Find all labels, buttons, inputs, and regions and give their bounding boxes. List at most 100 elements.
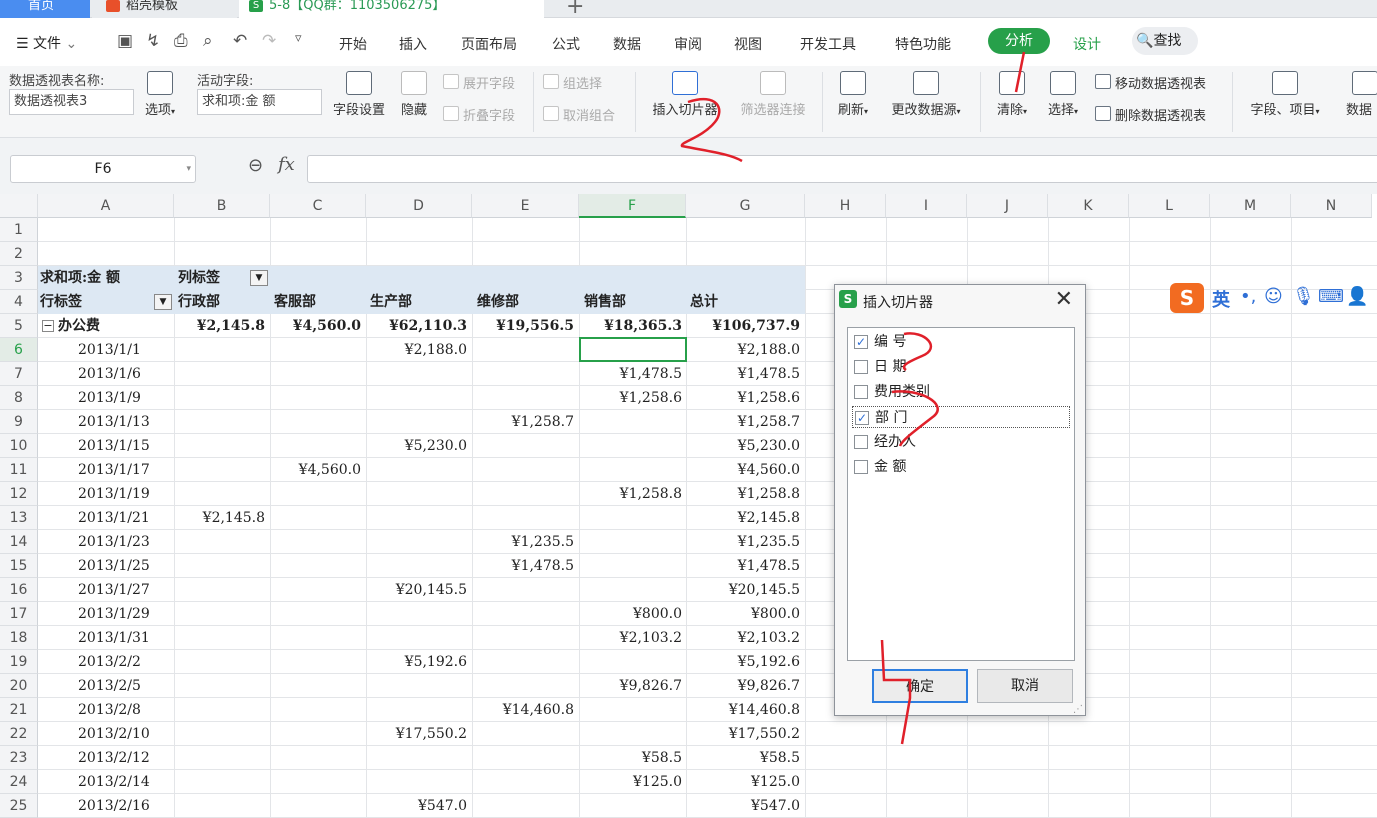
- formula-input[interactable]: [307, 155, 1377, 183]
- row-header-14[interactable]: 14: [0, 530, 38, 554]
- pivot-column-header[interactable]: 生产部: [370, 290, 470, 314]
- ungroup-button[interactable]: 取消组合: [543, 105, 615, 124]
- ime-language[interactable]: 英: [1212, 286, 1230, 312]
- microphone-icon[interactable]: 🎙: [1292, 286, 1315, 307]
- menu-data[interactable]: 数据: [613, 34, 641, 54]
- column-header-B[interactable]: B: [174, 194, 270, 218]
- row-header-22[interactable]: 22: [0, 722, 38, 746]
- pivot-value-cell[interactable]: ¥5,230.0: [686, 434, 804, 458]
- menu-review[interactable]: 审阅: [674, 34, 702, 54]
- row-header-23[interactable]: 23: [0, 746, 38, 770]
- row-header-21[interactable]: 21: [0, 698, 38, 722]
- slicer-field-item[interactable]: ✓ 部 门: [852, 406, 1070, 428]
- column-header-L[interactable]: L: [1129, 194, 1210, 218]
- pivot-value-cell[interactable]: ¥800.0: [686, 602, 804, 626]
- quick-access-more-icon[interactable]: ▿: [295, 31, 302, 46]
- delete-pivot-button[interactable]: 删除数据透视表: [1095, 105, 1206, 124]
- slicer-field-item[interactable]: 日 期: [854, 356, 906, 378]
- pivot-row-date[interactable]: 2013/1/23: [78, 530, 174, 554]
- save-icon[interactable]: ▣: [117, 31, 133, 51]
- change-source-button[interactable]: 更改数据源▾: [882, 71, 970, 118]
- row-header-11[interactable]: 11: [0, 458, 38, 482]
- pivot-group-total[interactable]: ¥18,365.3: [579, 314, 686, 338]
- pivot-value-cell[interactable]: ¥2,103.2: [579, 626, 686, 650]
- file-menu[interactable]: ☰ 文件 ⌄: [16, 33, 77, 53]
- column-header-H[interactable]: H: [805, 194, 886, 218]
- menu-start[interactable]: 开始: [339, 34, 367, 54]
- pivot-row-date[interactable]: 2013/2/5: [78, 674, 174, 698]
- pivot-column-header[interactable]: 行政部: [178, 290, 278, 314]
- row-header-17[interactable]: 17: [0, 602, 38, 626]
- pivot-value-cell[interactable]: ¥1,258.6: [686, 386, 804, 410]
- column-header-G[interactable]: G: [686, 194, 805, 218]
- pivot-row-date[interactable]: 2013/1/1: [78, 338, 174, 362]
- menu-formula[interactable]: 公式: [552, 34, 580, 54]
- column-header-M[interactable]: M: [1210, 194, 1291, 218]
- menu-insert[interactable]: 插入: [399, 34, 427, 54]
- checkbox-checked-icon[interactable]: ✓: [854, 335, 868, 349]
- pivot-row-date[interactable]: 2013/2/8: [78, 698, 174, 722]
- pivot-value-cell[interactable]: ¥5,192.6: [686, 650, 804, 674]
- pivot-value-cell[interactable]: ¥1,478.5: [579, 362, 686, 386]
- pivot-column-header[interactable]: 维修部: [477, 290, 577, 314]
- pivot-column-header[interactable]: 销售部: [584, 290, 684, 314]
- pivot-row-date[interactable]: 2013/2/16: [78, 794, 174, 818]
- pivot-column-label[interactable]: 列标签: [178, 266, 258, 290]
- row-header-10[interactable]: 10: [0, 434, 38, 458]
- pivot-value-cell[interactable]: ¥1,478.5: [686, 554, 804, 578]
- pivot-row-date[interactable]: 2013/1/13: [78, 410, 174, 434]
- tab-home[interactable]: 首页: [0, 0, 90, 18]
- column-header-K[interactable]: K: [1048, 194, 1129, 218]
- insert-slicer-button[interactable]: 插入切片器: [645, 71, 725, 118]
- column-header-C[interactable]: C: [270, 194, 366, 218]
- data-more-button[interactable]: 数据: [1346, 71, 1377, 118]
- pivot-row-date[interactable]: 2013/2/12: [78, 746, 174, 770]
- pivot-row-date[interactable]: 2013/1/15: [78, 434, 174, 458]
- checkbox-icon[interactable]: [854, 460, 868, 474]
- pivot-value-cell[interactable]: ¥2,188.0: [366, 338, 471, 362]
- column-header-F[interactable]: F: [579, 194, 686, 218]
- pivot-value-cell[interactable]: ¥1,478.5: [686, 362, 804, 386]
- print-preview-icon[interactable]: ⌕: [203, 31, 213, 51]
- pivot-row-date[interactable]: 2013/1/17: [78, 458, 174, 482]
- pivot-value-cell[interactable]: ¥2,145.8: [174, 506, 269, 530]
- pivot-value-cell[interactable]: ¥800.0: [579, 602, 686, 626]
- row-header-3[interactable]: 3: [0, 266, 38, 290]
- tab-template[interactable]: 稻壳模板: [92, 0, 237, 18]
- row-header-4[interactable]: 4: [0, 290, 38, 314]
- pivot-value-cell[interactable]: ¥4,560.0: [270, 458, 365, 482]
- pivot-group-total[interactable]: ¥2,145.8: [174, 314, 269, 338]
- column-header-A[interactable]: A: [38, 194, 174, 218]
- active-cell-F6[interactable]: [579, 337, 687, 362]
- column-header-E[interactable]: E: [472, 194, 579, 218]
- pivot-value-cell[interactable]: ¥4,560.0: [686, 458, 804, 482]
- row-header-6[interactable]: 6: [0, 338, 38, 362]
- row-header-7[interactable]: 7: [0, 362, 38, 386]
- search-button[interactable]: 🔍查找: [1132, 27, 1198, 55]
- pivot-value-cell[interactable]: ¥17,550.2: [686, 722, 804, 746]
- pivot-row-date[interactable]: 2013/2/2: [78, 650, 174, 674]
- pivot-value-cell[interactable]: ¥1,258.6: [579, 386, 686, 410]
- column-header-N[interactable]: N: [1291, 194, 1372, 218]
- pivot-value-cell[interactable]: ¥547.0: [366, 794, 471, 818]
- name-box[interactable]: F6 ▾: [10, 155, 196, 183]
- pivot-value-cell[interactable]: ¥58.5: [579, 746, 686, 770]
- options-button[interactable]: 选项▾: [138, 71, 182, 118]
- menu-view[interactable]: 视图: [734, 34, 762, 54]
- pivot-group-total[interactable]: ¥19,556.5: [472, 314, 578, 338]
- pivot-value-cell[interactable]: ¥1,235.5: [472, 530, 578, 554]
- pivot-value-cell[interactable]: ¥9,826.7: [579, 674, 686, 698]
- pivot-row-date[interactable]: 2013/2/10: [78, 722, 174, 746]
- row-header-13[interactable]: 13: [0, 506, 38, 530]
- refresh-button[interactable]: 刷新▾: [831, 71, 875, 118]
- pivot-group-label[interactable]: 办公费: [58, 314, 168, 338]
- slicer-field-item[interactable]: 经办人: [854, 431, 916, 453]
- pivot-row-date[interactable]: 2013/1/19: [78, 482, 174, 506]
- row-header-12[interactable]: 12: [0, 482, 38, 506]
- column-filter-dropdown-icon[interactable]: ▼: [250, 270, 268, 286]
- row-header-16[interactable]: 16: [0, 578, 38, 602]
- collapse-field-button[interactable]: 折叠字段: [443, 105, 515, 124]
- row-header-25[interactable]: 25: [0, 794, 38, 818]
- pivot-sum-label[interactable]: 求和项:金 额: [40, 266, 170, 290]
- user-icon[interactable]: 👤: [1346, 286, 1368, 307]
